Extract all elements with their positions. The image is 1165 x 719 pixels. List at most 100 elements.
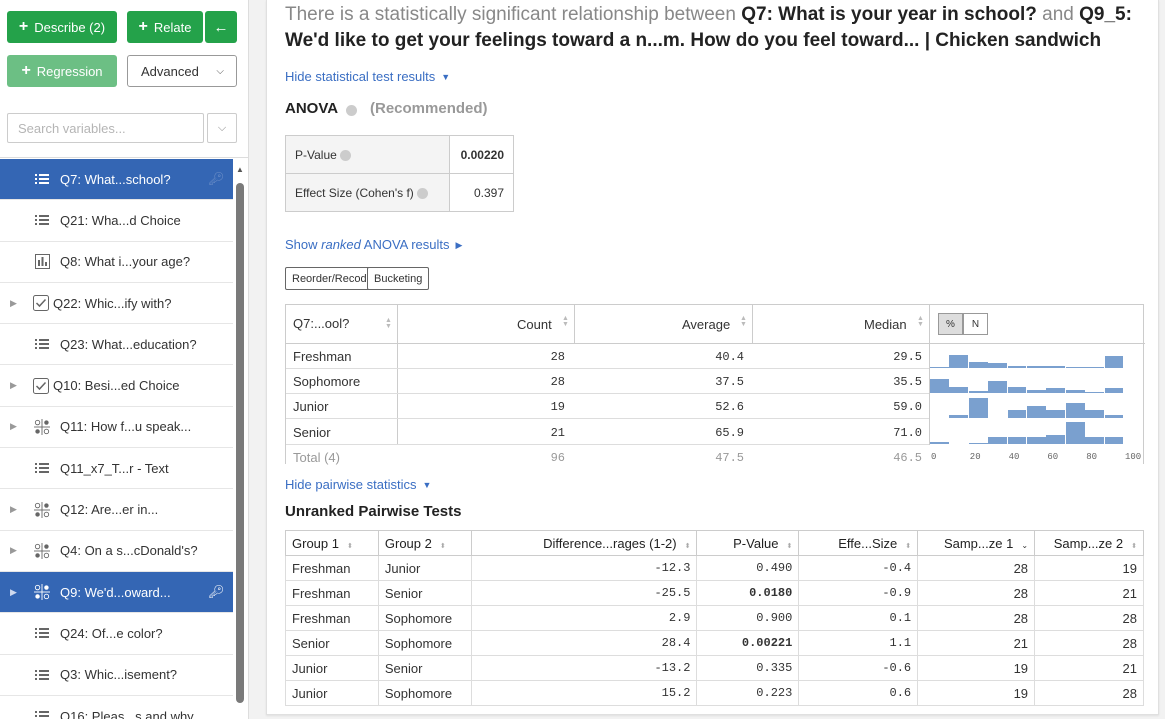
sort-icon[interactable]: ▲ ▼ — [562, 315, 569, 328]
scroll-up-icon[interactable]: ▲ — [235, 165, 245, 174]
table-row: Senior Sophomore 28.4 0.00221 1.1 21 28 — [285, 630, 1144, 656]
search-variables-input[interactable] — [7, 113, 204, 143]
effect-size-value: 0.397 — [449, 173, 514, 212]
back-button[interactable]: ← — [205, 11, 237, 43]
show-ranked-anova-link[interactable]: Show ranked ANOVA results ▶ — [285, 237, 462, 252]
table-row: Freshman Junior -12.3 0.490 -0.4 28 19 — [285, 555, 1144, 581]
histogram-bar — [1027, 406, 1046, 418]
sidebar-variable-item[interactable]: ▶ Q11: How f...u speak... — [0, 407, 233, 449]
sidebar-variable-item[interactable]: ▶ Q12: Are...er in... — [0, 489, 233, 531]
info-icon[interactable] — [346, 101, 357, 118]
pairwise-column-header[interactable]: P-Value ⬍ — [696, 530, 800, 556]
sort-icon[interactable]: ▲ ▼ — [385, 317, 392, 330]
histogram-axis-tick: 0 — [931, 452, 937, 462]
sidebar-variable-item[interactable]: ▶ Q10: Besi...ed Choice — [0, 365, 233, 407]
checkbox-icon — [33, 377, 49, 394]
sidebar-variable-item[interactable]: Q7: What...school? 🔑︎ — [0, 159, 233, 201]
sidebar-variable-item[interactable]: ▶ Q4: On a s...cDonald's? — [0, 531, 233, 572]
matrix-icon — [34, 418, 50, 435]
pairwise-cell: 19 — [917, 680, 1036, 706]
key-icon[interactable]: 🔑︎ — [208, 584, 225, 600]
histogram-bar — [949, 387, 969, 393]
pairwise-column-header[interactable]: Difference...rages (1-2) ⬍ — [470, 530, 698, 556]
results-panel: There is a statistically significant rel… — [266, 0, 1159, 715]
sort-icon[interactable]: ⬍ — [440, 543, 446, 550]
relate-button[interactable]: + Relate — [127, 11, 203, 43]
expand-caret-icon[interactable]: ▶ — [10, 504, 17, 515]
info-icon[interactable] — [340, 149, 352, 161]
histogram-axis-tick: 20 — [969, 452, 981, 462]
histogram-axis-tick: 60 — [1047, 452, 1059, 462]
pairwise-cell: 0.900 — [696, 605, 800, 631]
hide-pairwise-link[interactable]: Hide pairwise statistics ▼ — [285, 477, 431, 492]
search-filter-dropdown[interactable]: ⌵ — [207, 113, 237, 143]
pairwise-cell: Senior — [285, 630, 379, 656]
info-icon[interactable] — [417, 187, 429, 199]
expand-caret-icon[interactable]: ▶ — [10, 545, 17, 556]
sort-icon[interactable]: ⌄ — [1021, 541, 1028, 550]
sidebar-variable-label: Q16: Pleas...s and why... — [60, 708, 204, 719]
expand-caret-icon[interactable]: ▶ — [10, 421, 17, 432]
variable-1-name: Q7: What is your year in school? — [741, 4, 1037, 25]
expand-caret-icon[interactable]: ▶ — [10, 298, 17, 309]
sort-icon[interactable]: ⬍ — [905, 543, 911, 550]
sidebar-scrollbar[interactable]: ▲ — [235, 165, 245, 719]
pairwise-column-header[interactable]: Samp...ze 2 ⬍ — [1034, 530, 1144, 556]
matrix-icon — [34, 584, 50, 601]
caret-down-icon: ▼ — [422, 480, 432, 490]
sidebar-variable-item[interactable]: Q8: What i...your age? — [0, 242, 233, 283]
key-icon[interactable]: 🔑︎ — [208, 171, 225, 187]
expand-caret-icon[interactable]: ▶ — [10, 380, 17, 391]
anova-median: 71.0 — [893, 426, 922, 440]
sidebar-variable-item[interactable]: Q24: Of...e color? — [0, 613, 233, 655]
scrollbar-thumb[interactable] — [236, 183, 244, 703]
column-header-count[interactable]: Count — [517, 317, 552, 332]
sidebar-variable-item[interactable]: Q16: Pleas...s and why... — [0, 696, 233, 719]
anova-count: 28 — [550, 350, 565, 364]
regression-button[interactable]: + Regression — [7, 55, 117, 87]
sidebar-variable-item[interactable]: Q21: Wha...d Choice — [0, 200, 233, 242]
pairwise-column-header[interactable]: Group 2 ⬍ — [377, 530, 472, 556]
anova-title: ANOVA — [285, 100, 339, 117]
sort-icon[interactable]: ⬍ — [1131, 543, 1137, 550]
pairwise-table: Group 1 ⬍ Group 2 ⬍ Difference...rages (1-2)… — [285, 530, 1144, 706]
hide-statistical-results-link[interactable]: Hide statistical test results ▼ — [285, 69, 450, 84]
sidebar-variable-item[interactable]: ▶ Q22: Whic...ify with? — [0, 283, 233, 325]
pairwise-column-header[interactable]: Group 1 ⬍ — [285, 530, 379, 556]
histogram-bar — [949, 355, 969, 368]
column-header-group[interactable]: Q7:...ool? — [293, 316, 349, 331]
sort-icon[interactable]: ⬍ — [685, 543, 691, 550]
histogram-bar — [1104, 415, 1124, 418]
anova-group-label: Freshman — [293, 349, 352, 364]
percent-toggle-button[interactable]: % — [938, 313, 963, 335]
pairwise-cell: -12.3 — [470, 555, 698, 581]
describe-button[interactable]: + Describe (2) — [7, 11, 117, 43]
pvalue-label-cell: P-Value — [285, 135, 450, 174]
count-toggle-button[interactable]: N — [963, 313, 988, 335]
anova-average: 40.4 — [715, 350, 744, 364]
reorder-recode-button[interactable]: Reorder/Recode — [285, 267, 380, 290]
column-header-median[interactable]: Median — [864, 317, 907, 332]
bucketing-button[interactable]: Bucketing — [367, 267, 430, 290]
sidebar-variable-item[interactable]: Q11_x7_T...r - Text — [0, 448, 233, 490]
histogram-bar — [1046, 366, 1066, 368]
pairwise-column-header[interactable]: Samp...ze 1 ⌄ — [917, 530, 1036, 556]
histogram-bar — [1065, 403, 1085, 418]
pairwise-cell: 15.2 — [470, 680, 698, 706]
sidebar-variable-item[interactable]: Q23: What...education? — [0, 324, 233, 366]
sort-icon[interactable]: ▲ ▼ — [740, 315, 747, 328]
pairwise-cell: 0.0180 — [696, 580, 800, 606]
sort-icon[interactable]: ⬍ — [347, 543, 353, 550]
pairwise-cell: 28.4 — [470, 630, 698, 656]
anova-median: 29.5 — [893, 350, 922, 364]
list-icon — [34, 667, 50, 683]
column-header-average[interactable]: Average — [682, 317, 730, 332]
advanced-dropdown[interactable]: Advanced ⌵ — [127, 55, 237, 87]
pairwise-column-header[interactable]: Effe...Size ⬍ — [798, 530, 919, 556]
sort-icon[interactable]: ⬍ — [786, 543, 792, 550]
sort-icon[interactable]: ▲ ▼ — [917, 315, 924, 328]
sidebar-variable-item[interactable]: ▶ Q9: We'd...oward... 🔑︎ — [0, 571, 233, 614]
anova-median: 59.0 — [893, 400, 922, 414]
sidebar-variable-item[interactable]: Q3: Whic...isement? — [0, 655, 233, 696]
expand-caret-icon[interactable]: ▶ — [10, 587, 17, 598]
